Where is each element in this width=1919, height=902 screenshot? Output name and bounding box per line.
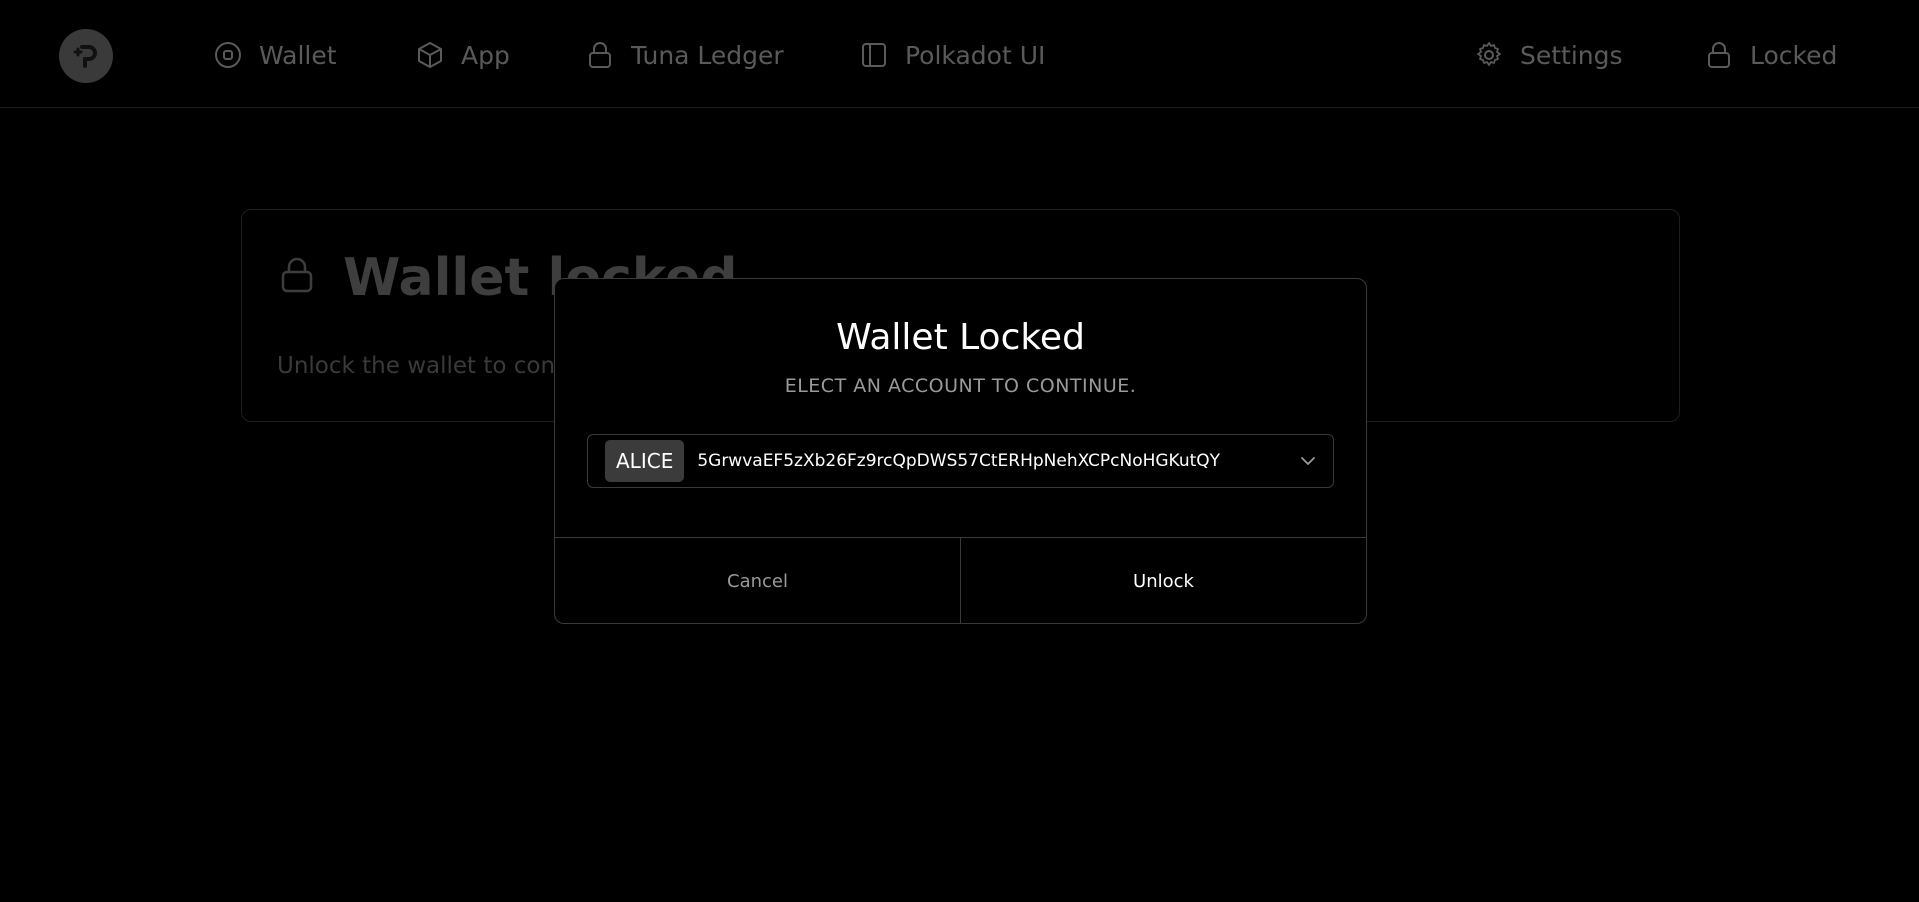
cancel-button[interactable]: Cancel <box>555 538 961 623</box>
gear-icon <box>1474 40 1504 70</box>
nav-item-polkadot-ui[interactable]: Polkadot UI <box>859 36 1045 74</box>
nav-item-locked[interactable]: Locked <box>1704 36 1837 74</box>
dialog-subtitle: ELECT AN ACCOUNT TO CONTINUE. <box>784 375 1137 397</box>
account-name-badge: ALICE <box>605 440 685 482</box>
nav-item-label: App <box>461 40 510 70</box>
account-select[interactable]: ALICE 5GrwvaEF5zXb26Fz9rcQpDWS57CtERHpNe… <box>587 434 1334 488</box>
dialog-title: Wallet Locked <box>836 317 1085 358</box>
nav-item-wallet[interactable]: Wallet <box>213 36 337 74</box>
lock-icon <box>1704 40 1734 70</box>
nav-item-label: Tuna Ledger <box>631 40 784 70</box>
nav-item-label: Wallet <box>259 40 337 70</box>
locked-label: Locked <box>1750 40 1838 70</box>
logo-icon <box>73 45 97 68</box>
logo[interactable] <box>59 29 113 83</box>
nav-item-app[interactable]: App <box>415 36 510 74</box>
nav-item-tuna-ledger[interactable]: Tuna Ledger <box>585 36 784 74</box>
nav-item-label: Polkadot UI <box>905 40 1046 70</box>
dialog-footer: Cancel Unlock <box>555 537 1366 623</box>
nav-item-settings[interactable]: Settings <box>1474 36 1623 74</box>
cube-icon <box>415 40 445 70</box>
top-navigation: Wallet App Tuna Ledger Polkadot UI Setti… <box>0 0 1919 108</box>
lock-icon <box>585 40 615 70</box>
target-icon <box>213 40 243 70</box>
sidebar-panel-icon <box>859 40 889 70</box>
chevron-down-icon <box>1301 457 1315 465</box>
unlock-button[interactable]: Unlock <box>961 538 1366 623</box>
settings-label: Settings <box>1520 40 1623 70</box>
lock-icon <box>277 248 317 308</box>
unlock-dialog: Wallet Locked ELECT AN ACCOUNT TO CONTIN… <box>554 278 1367 624</box>
account-address: 5GrwvaEF5zXb26Fz9rcQpDWS57CtERHpNehXCPcN… <box>697 451 1221 471</box>
